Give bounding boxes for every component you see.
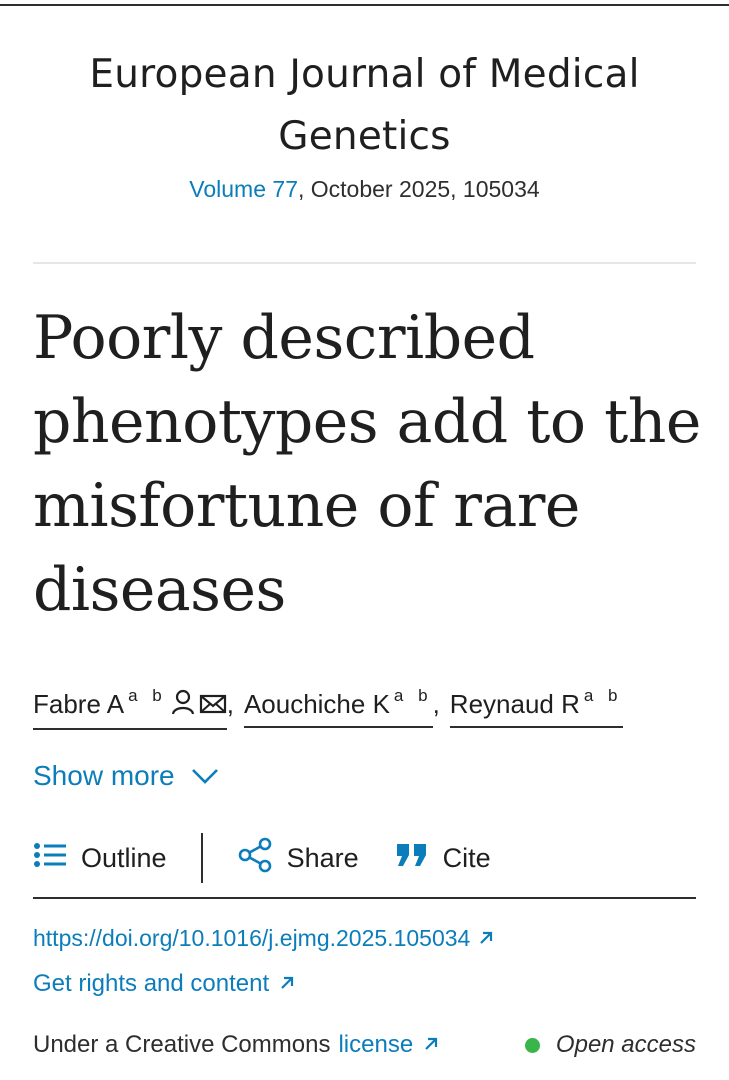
author-name: Aouchiche K [243,689,390,719]
journal-meta: Volume 77, October 2025, 105034 [0,174,729,204]
rights-label: Get rights and content [33,970,270,997]
outline-button[interactable]: Outline [33,842,167,875]
author-affiliations: a b [393,686,433,705]
open-access-badge: Open access [524,1028,696,1062]
license-link-label: license [338,1031,414,1058]
cite-label: Cite [442,842,491,873]
show-more-label: Show more [33,760,175,791]
author-affiliations: a b [583,686,623,705]
mail-icon [199,686,227,726]
author-aouchiche[interactable]: Aouchiche Ka b [243,676,433,728]
show-more-button[interactable]: Show more [33,758,219,794]
header-divider [33,262,696,264]
user-icon [171,686,195,726]
issue-info: , October 2025, 105034 [298,176,540,202]
author-fabre[interactable]: Fabre Aa b [33,676,227,731]
rights-link[interactable]: Get rights and content [33,967,295,1001]
license-row: Under a Creative Commons license Open ac… [33,1028,696,1062]
author-list: Fabre Aa b, Aouchiche Ka b, Reynaud Ra b [33,676,713,731]
journal-header: European Journal of Medical Genetics Vol… [0,44,729,204]
author-separator: , [432,689,440,719]
author-reynaud[interactable]: Reynaud Ra b [449,676,623,728]
toolbar-bottom-rule [33,897,696,899]
volume-link[interactable]: Volume 77 [189,176,298,202]
journal-title[interactable]: European Journal of Medical Genetics [0,44,729,168]
quote-icon [395,842,429,875]
author-name: Fabre A [33,689,125,719]
outline-label: Outline [81,842,167,873]
open-access-dot-icon [524,1037,540,1053]
author-affiliations: a b [128,686,167,705]
license-prefix: Under a Creative Commons [33,1031,331,1058]
share-label: Share [286,842,359,873]
external-link-icon [279,967,295,1001]
author-separator: , [226,689,234,719]
article-title: Poorly described phenotypes add to the m… [33,303,701,625]
list-icon [33,842,67,875]
share-button[interactable]: Share [237,837,359,880]
doi-link[interactable]: https://doi.org/10.1016/j.ejmg.2025.1050… [33,922,494,954]
external-link-icon [478,922,494,954]
share-icon [237,837,273,880]
doi-url: https://doi.org/10.1016/j.ejmg.2025.1050… [33,925,471,951]
external-link-icon [423,1028,439,1062]
license-text: Under a Creative Commons license [33,1028,439,1062]
chevron-down-icon [191,758,219,794]
article-toolbar: Outline Share Cite [33,830,696,886]
top-rule [0,4,729,6]
author-name: Reynaud R [449,689,580,719]
open-access-label: Open access [555,1031,696,1058]
cite-button[interactable]: Cite [395,842,491,875]
license-link[interactable]: license [338,1028,439,1062]
toolbar-divider [200,833,203,883]
